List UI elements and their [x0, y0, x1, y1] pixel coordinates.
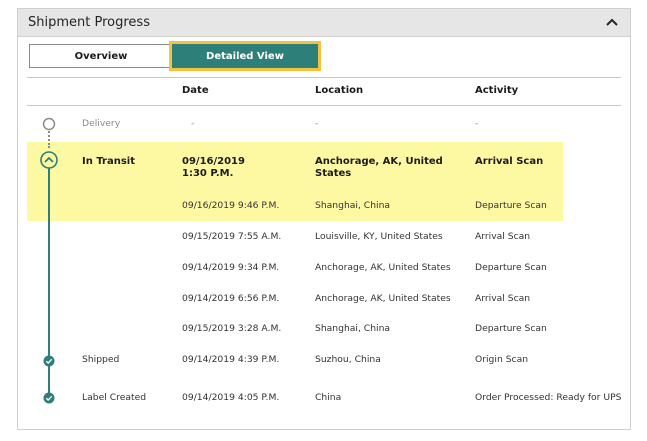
row-2-activity: Arrival Scan: [475, 231, 531, 242]
row-5-location: Shanghai, China: [315, 323, 391, 334]
status-in-transit: In Transit: [82, 156, 136, 167]
in-transit-chevron-icon: [39, 150, 59, 174]
status-delivery: Delivery: [82, 118, 121, 129]
row-5-activity: Departure Scan: [475, 323, 547, 334]
column-header-activity: Activity: [475, 85, 519, 96]
status-label-created: Label Created: [82, 392, 147, 403]
row-6-activity: Origin Scan: [475, 354, 529, 365]
shipped-check-icon: [43, 352, 55, 371]
tab-overview[interactable]: Overview: [29, 44, 173, 68]
row-5-date: 09/15/2019 3:28 A.M.: [182, 323, 282, 334]
current-location-line1: Anchorage, AK, United: [315, 156, 443, 167]
table-header-divider: [27, 105, 621, 106]
panel-header[interactable]: Shipment Progress: [18, 9, 630, 37]
row-6-date: 09/14/2019 4:39 P.M.: [182, 354, 280, 365]
current-location-line2: States: [315, 168, 352, 179]
current-date-line1: 09/16/2019: [182, 156, 245, 167]
column-header-date: Date: [182, 85, 209, 96]
row-7-activity: Order Processed: Ready for UPS: [475, 392, 622, 403]
panel-title: Shipment Progress: [28, 15, 150, 30]
current-date-line2: 1:30 P.M.: [182, 168, 234, 179]
row-1-location: Shanghai, China: [315, 200, 391, 211]
status-shipped: Shipped: [82, 354, 120, 365]
delivery-date: -: [191, 118, 195, 129]
row-2-date: 09/15/2019 7:55 A.M.: [182, 231, 282, 242]
row-1-date: 09/16/2019 9:46 P.M.: [182, 200, 280, 211]
chevron-up-icon[interactable]: [602, 12, 622, 32]
delivery-location: -: [315, 118, 319, 129]
row-1-activity: Departure Scan: [475, 200, 547, 211]
column-header-location: Location: [315, 85, 364, 96]
table-top-divider: [27, 77, 621, 78]
tab-detailed-view[interactable]: Detailed View: [169, 41, 321, 71]
row-7-date: 09/14/2019 4:05 P.M.: [182, 392, 280, 403]
row-4-location: Anchorage, AK, United States: [315, 293, 451, 304]
row-4-date: 09/14/2019 6:56 P.M.: [182, 293, 280, 304]
row-3-location: Anchorage, AK, United States: [315, 262, 451, 273]
current-activity: Arrival Scan: [475, 156, 544, 167]
row-7-location: China: [315, 392, 342, 403]
row-4-activity: Arrival Scan: [475, 293, 531, 304]
row-2-location: Louisville, KY, United States: [315, 231, 443, 242]
delivery-activity: -: [475, 118, 479, 129]
row-3-activity: Departure Scan: [475, 262, 547, 273]
pending-circle-icon: [42, 116, 56, 135]
label-created-check-icon: [43, 389, 55, 408]
row-3-date: 09/14/2019 9:34 P.M.: [182, 262, 280, 273]
row-6-location: Suzhou, China: [315, 354, 381, 365]
